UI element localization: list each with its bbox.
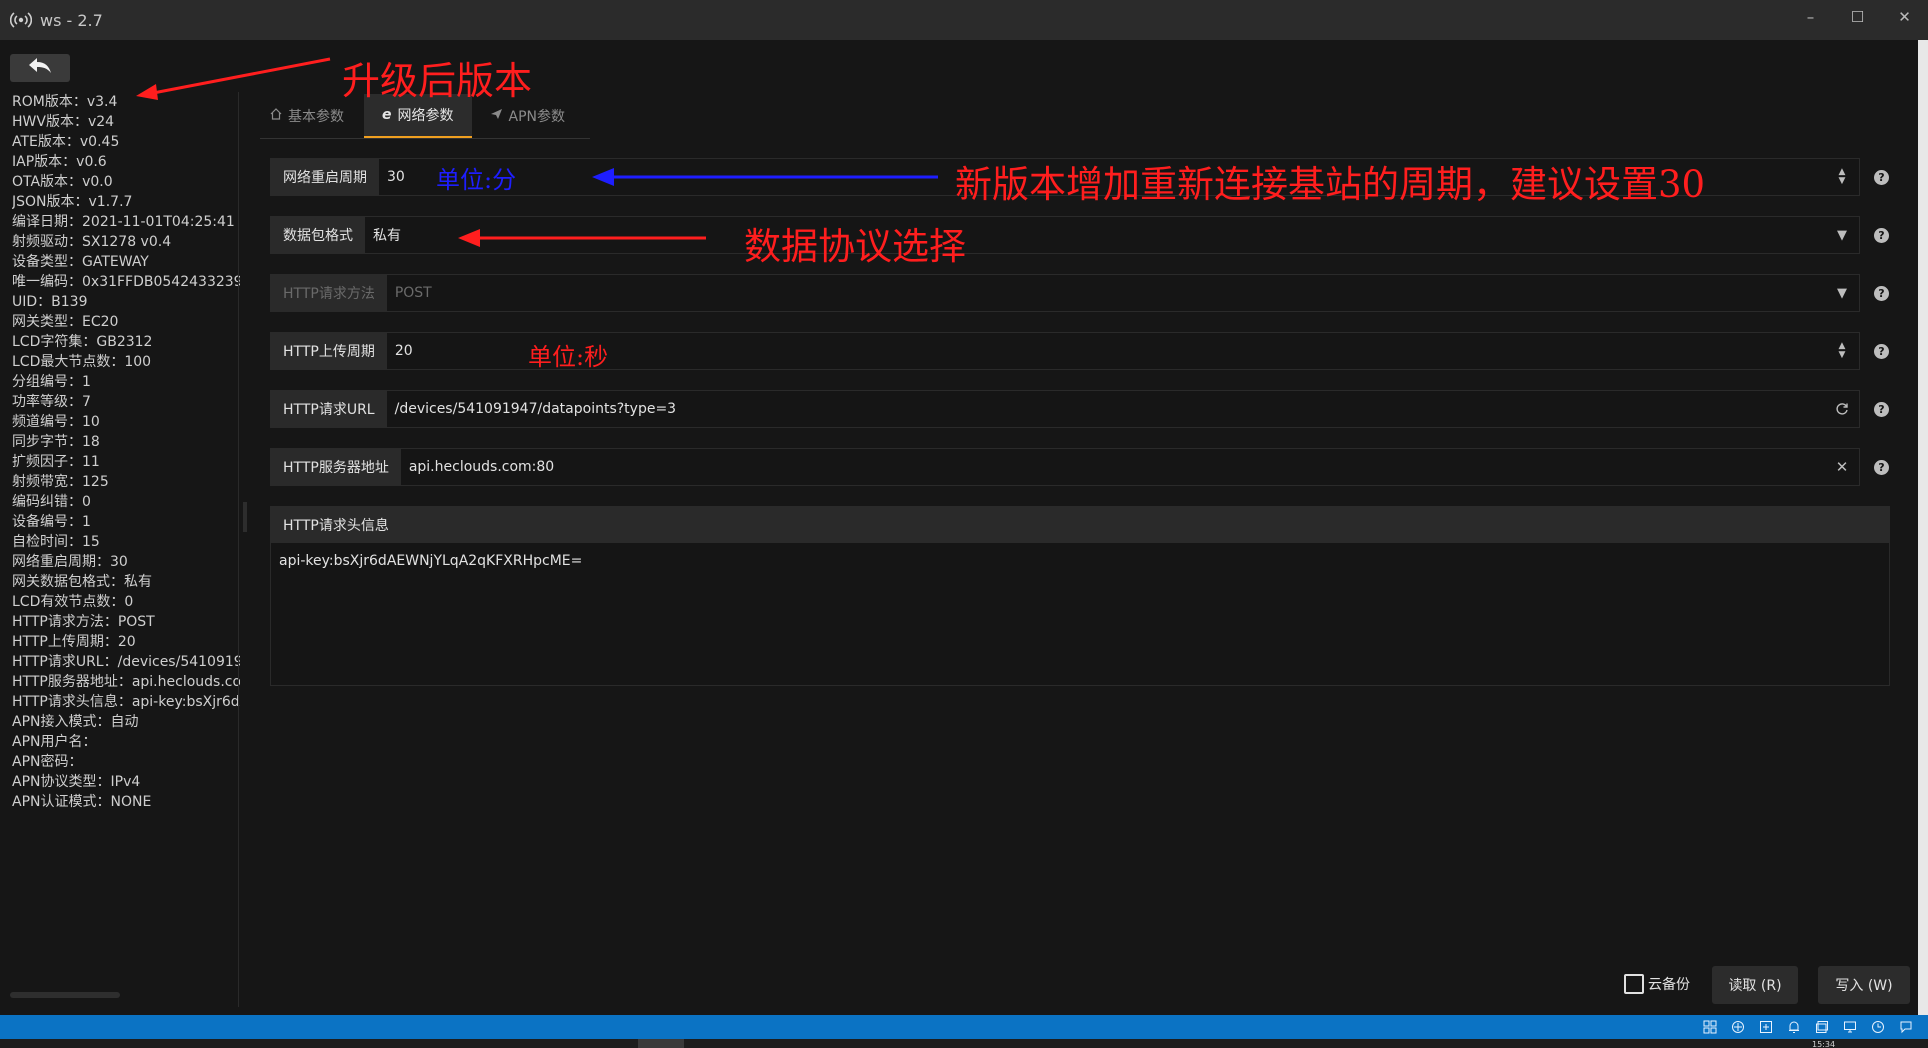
status-bar-icons: [1701, 1019, 1914, 1035]
bell-icon[interactable]: [1785, 1019, 1802, 1035]
taskbar-active-app[interactable]: [638, 1039, 684, 1048]
annotation-protocol-note: 数据协议选择: [744, 225, 966, 268]
annotation-upgrade-version: 升级后版本: [342, 59, 533, 103]
os-taskbar: [0, 1039, 1928, 1048]
annotation-unit-second: 单位:秒: [528, 343, 609, 371]
annotation-restart-note: 新版本增加重新连接基站的周期，建议设置30: [955, 163, 1706, 206]
add-box-icon[interactable]: [1757, 1019, 1774, 1035]
grid-icon[interactable]: [1701, 1019, 1718, 1035]
window-icon[interactable]: [1813, 1019, 1830, 1035]
status-bar: [0, 1015, 1928, 1039]
crosshair-icon[interactable]: [1729, 1019, 1746, 1035]
cloud-backup-label: 云备份: [1648, 977, 1690, 993]
annotation-unit-minute: 单位:分: [436, 166, 517, 194]
cloud-backup-toggle[interactable]: 云备份: [1624, 974, 1690, 994]
clock-icon[interactable]: [1869, 1019, 1886, 1035]
chat-icon[interactable]: [1897, 1019, 1914, 1035]
write-button[interactable]: 写入 (W): [1818, 966, 1910, 1004]
taskbar-clock: 15:34: [1812, 1040, 1836, 1048]
read-button[interactable]: 读取 (R): [1712, 966, 1798, 1004]
monitor-icon[interactable]: [1841, 1019, 1858, 1035]
cloud-backup-checkbox[interactable]: [1624, 974, 1644, 994]
